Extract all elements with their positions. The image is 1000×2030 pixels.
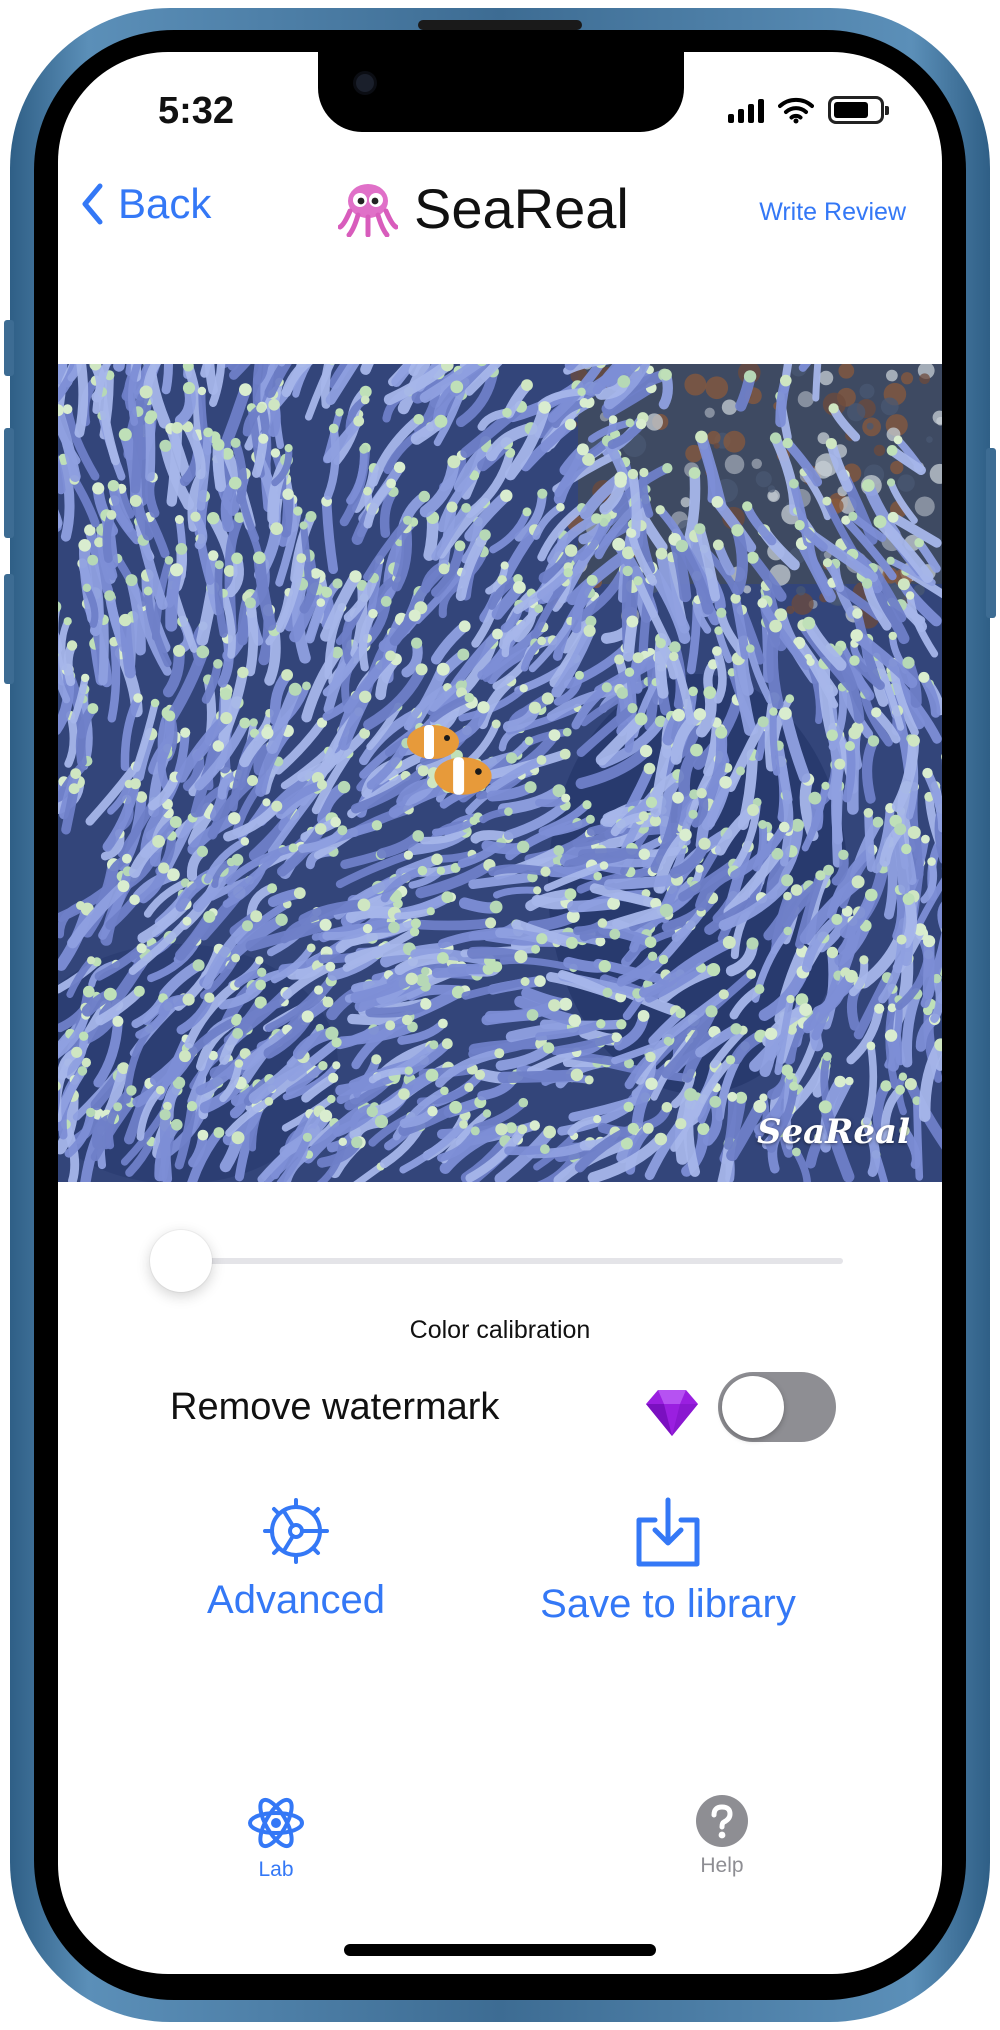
- remove-watermark-label: Remove watermark: [170, 1386, 500, 1428]
- status-icons: [728, 96, 889, 124]
- atom-icon: [248, 1797, 304, 1849]
- power-button: [986, 448, 996, 618]
- write-review-button[interactable]: Write Review: [759, 198, 906, 227]
- save-to-library-label: Save to library: [540, 1582, 796, 1626]
- color-calibration-thumb[interactable]: [150, 1230, 212, 1292]
- volume-down-button: [4, 574, 14, 684]
- anemone-photo: [58, 364, 942, 1182]
- tab-help-label: Help: [700, 1854, 744, 1877]
- gear-icon: [263, 1498, 329, 1564]
- toggle-knob: [722, 1376, 784, 1438]
- question-icon: [696, 1795, 748, 1847]
- octopus-icon: [338, 183, 398, 237]
- notch: [318, 52, 684, 132]
- edited-photo: SeaReal: [58, 364, 942, 1182]
- download-icon: [636, 1497, 700, 1567]
- gem-icon: [646, 1390, 698, 1436]
- screen: 5:32 Back SeaReal Write Review SeaReal C…: [58, 52, 942, 1974]
- volume-up-button: [4, 428, 14, 538]
- photo-watermark: SeaReal: [756, 1112, 910, 1152]
- mute-switch: [4, 320, 14, 376]
- wifi-icon: [778, 97, 814, 124]
- back-label: Back: [118, 180, 212, 227]
- battery-icon: [828, 96, 889, 124]
- tab-help[interactable]: Help: [672, 1794, 772, 1878]
- status-time: 5:32: [158, 90, 235, 132]
- earpiece-speaker: [418, 20, 582, 30]
- save-to-library-button[interactable]: Save to library: [518, 1496, 818, 1627]
- cellular-signal-icon: [728, 97, 764, 123]
- advanced-button[interactable]: Advanced: [186, 1496, 406, 1623]
- advanced-label: Advanced: [207, 1578, 385, 1622]
- app-title: SeaReal: [338, 176, 629, 241]
- remove-watermark-toggle[interactable]: [718, 1372, 836, 1442]
- back-button[interactable]: Back: [80, 180, 211, 228]
- color-calibration-label: Color calibration: [409, 1316, 591, 1344]
- chevron-left-icon: [82, 183, 103, 225]
- home-indicator: [344, 1944, 656, 1956]
- app-title-text: SeaReal: [414, 177, 629, 240]
- tab-lab[interactable]: Lab: [226, 1794, 326, 1882]
- color-calibration-track[interactable]: [158, 1258, 843, 1264]
- tab-lab-label: Lab: [258, 1858, 294, 1881]
